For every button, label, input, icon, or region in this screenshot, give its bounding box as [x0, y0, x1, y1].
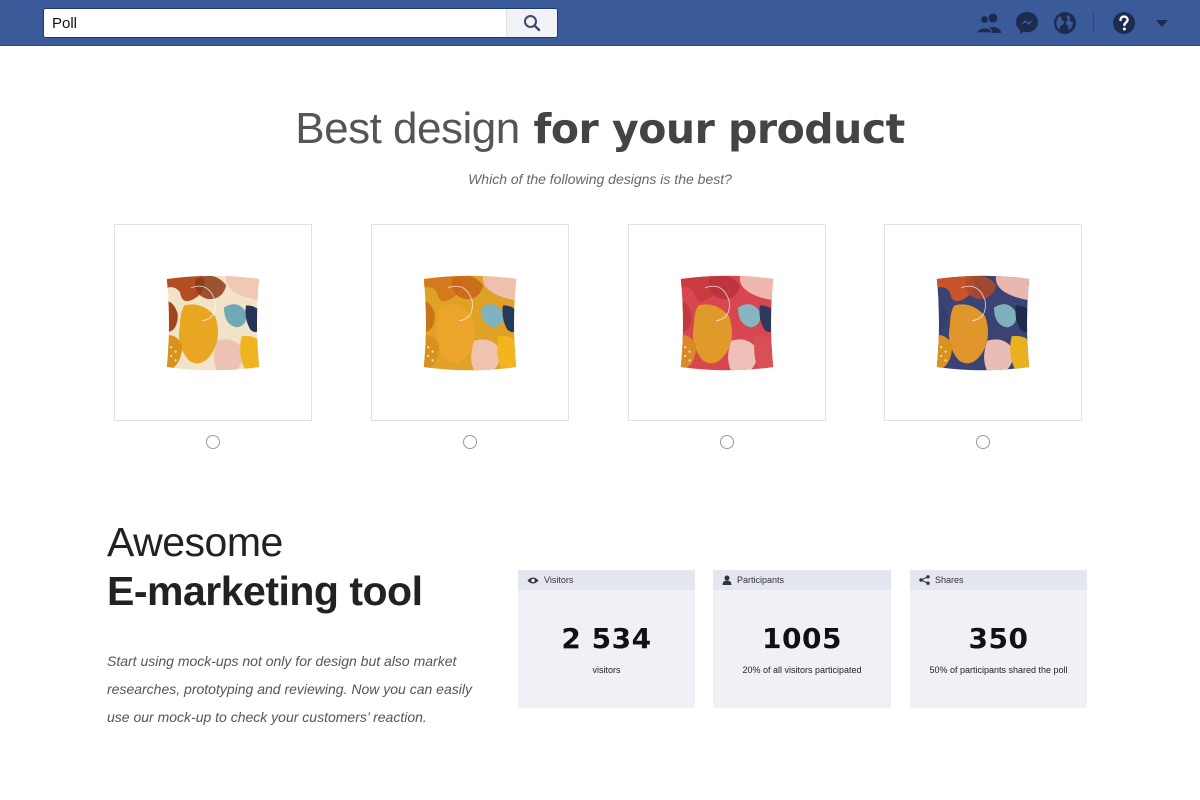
poll-title-light: Best design [295, 104, 520, 153]
poll-option [371, 224, 569, 449]
pillow-image [166, 275, 260, 370]
design-card[interactable] [884, 224, 1082, 421]
stat-header: Shares [910, 570, 1087, 590]
search-input[interactable] [44, 9, 506, 37]
stat-card-participants: Participants 1005 20% of all visitors pa… [713, 570, 891, 708]
poll-title-bold: for your product [533, 105, 905, 153]
messenger-button[interactable] [1013, 9, 1041, 37]
nav-separator [1093, 12, 1094, 34]
nav-icons [965, 9, 1176, 37]
stat-caption: 20% of all visitors participated [742, 665, 862, 675]
stat-caption: visitors [592, 665, 621, 675]
design-radio[interactable] [206, 435, 220, 449]
messenger-icon [1016, 12, 1038, 34]
help-button[interactable] [1110, 9, 1138, 37]
design-radio[interactable] [463, 435, 477, 449]
stat-caption: 50% of participants shared the poll [929, 665, 1068, 675]
stat-header: Participants [713, 570, 891, 590]
eye-icon [527, 576, 539, 585]
top-bar [0, 0, 1200, 46]
stat-label: Visitors [544, 575, 574, 585]
notifications-button[interactable] [1051, 9, 1079, 37]
pillow-image [423, 275, 517, 370]
stat-header: Visitors [518, 570, 695, 590]
friends-button[interactable] [975, 9, 1003, 37]
stats-panel: Visitors 2 534 visitors Participants 100… [518, 570, 1088, 708]
stat-card-visitors: Visitors 2 534 visitors [518, 570, 695, 708]
design-radio[interactable] [720, 435, 734, 449]
help-icon [1113, 12, 1135, 34]
person-icon [722, 575, 732, 585]
stat-card-shares: Shares 350 50% of participants shared th… [910, 570, 1087, 708]
poll-option [628, 224, 826, 449]
account-menu-button[interactable] [1148, 9, 1176, 37]
poll-option [884, 224, 1082, 449]
design-card[interactable] [114, 224, 312, 421]
stat-label: Participants [737, 575, 785, 585]
promo-title-line2: E-marketing tool [107, 568, 423, 614]
search-box [43, 8, 558, 38]
caret-down-icon [1156, 20, 1168, 27]
search-icon [524, 15, 541, 32]
stat-label: Shares [935, 575, 964, 585]
promo-title-line1: Awesome [107, 519, 283, 565]
design-card[interactable] [371, 224, 569, 421]
poll-options [114, 224, 1082, 464]
poll-question: Which of the following designs is the be… [468, 171, 732, 187]
poll-title: Best design for your product [0, 104, 1200, 154]
stat-value: 2 534 [561, 622, 652, 655]
search-button[interactable] [506, 9, 557, 37]
pillow-image [680, 275, 774, 370]
design-radio[interactable] [976, 435, 990, 449]
share-icon [919, 575, 930, 585]
globe-icon [1054, 12, 1076, 34]
stat-value: 350 [968, 622, 1029, 655]
stat-value: 1005 [762, 622, 842, 655]
promo-description: Start using mock-ups not only for design… [107, 653, 472, 725]
pillow-image [936, 275, 1030, 370]
design-card[interactable] [628, 224, 826, 421]
friends-icon [976, 13, 1001, 34]
poll-option [114, 224, 312, 449]
